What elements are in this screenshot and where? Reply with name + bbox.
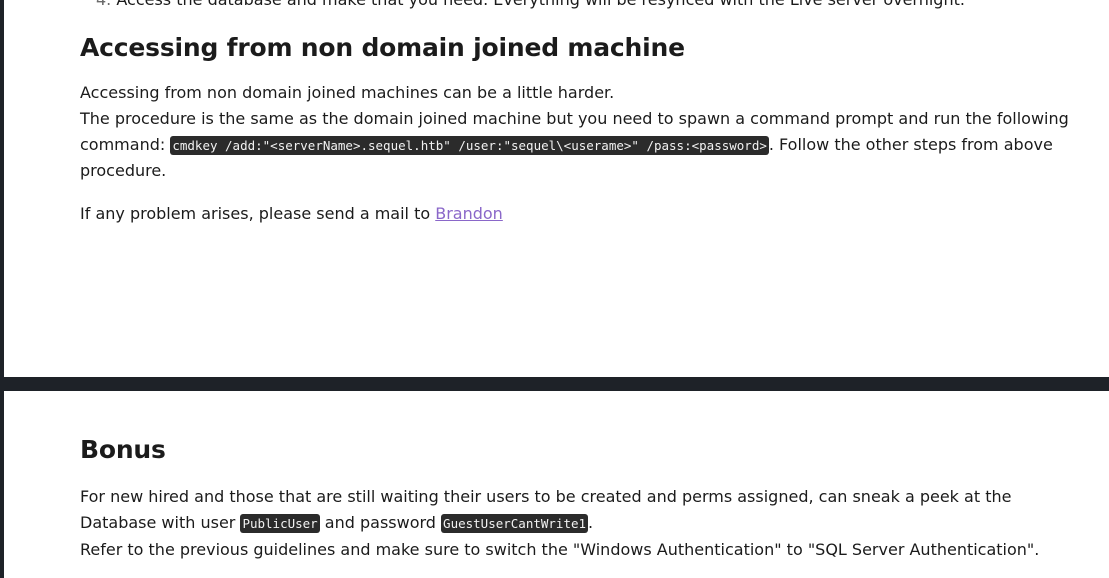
cmdkey-command-code: cmdkey /add:"<serverName>.sequel.htb" /u…	[170, 135, 769, 155]
username-code: PublicUser	[240, 513, 320, 533]
section-bonus: Bonus For new hired and those that are s…	[80, 434, 1080, 562]
password-code: GuestUserCantWrite1	[441, 513, 589, 533]
procedure-paragraph: The procedure is the same as the domain …	[80, 106, 1080, 184]
bonus-text-after: .	[588, 512, 594, 532]
bonus-credentials-paragraph: For new hired and those that are still w…	[80, 484, 1080, 537]
contact-paragraph: If any problem arises, please send a mai…	[80, 201, 1080, 227]
brandon-mail-link[interactable]: Brandon	[435, 204, 503, 223]
contact-text: If any problem arises, please send a mai…	[80, 204, 436, 224]
list-item-number: 4.	[96, 0, 111, 9]
page-divider	[0, 377, 1109, 391]
intro-paragraph: Accessing from non domain joined machine…	[80, 83, 615, 102]
list-item-partial: 4. Access the database and make that you…	[96, 0, 965, 10]
bonus-heading: Bonus	[80, 435, 166, 464]
section-heading: Accessing from non domain joined machine	[80, 33, 685, 62]
list-item-text: Access the database and make that you ne…	[116, 0, 965, 9]
bonus-guidelines-paragraph: Refer to the previous guidelines and mak…	[80, 539, 1040, 559]
left-border	[0, 0, 4, 578]
document-viewport: 4. Access the database and make that you…	[0, 0, 1109, 578]
section-non-domain: Accessing from non domain joined machine…	[80, 32, 1080, 227]
bonus-text-mid: and password	[319, 512, 442, 532]
